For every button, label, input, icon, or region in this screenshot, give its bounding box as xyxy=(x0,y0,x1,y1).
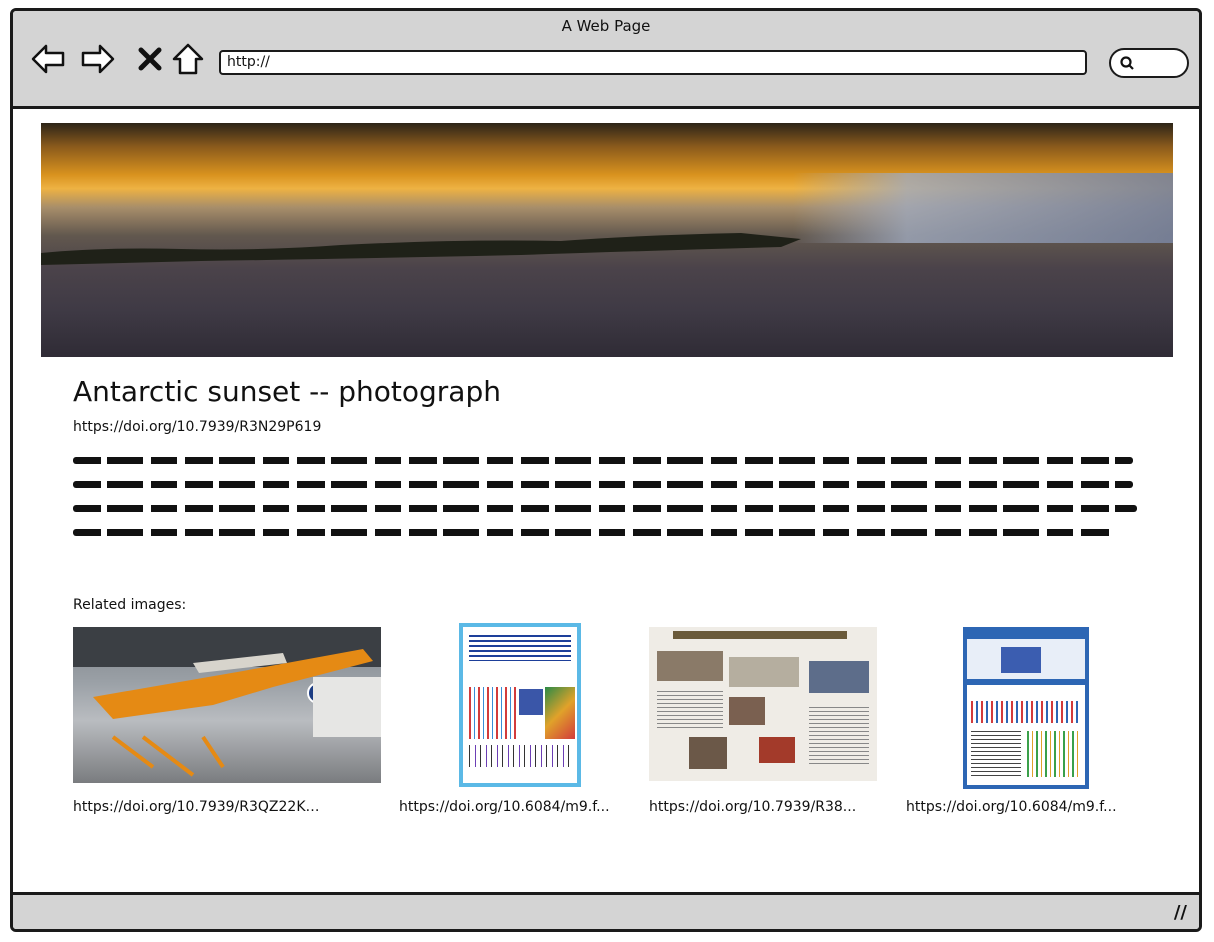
hero-image xyxy=(41,123,1173,357)
doi-link[interactable]: https://doi.org/10.7939/R3N29P619 xyxy=(73,419,321,435)
close-icon[interactable] xyxy=(131,41,169,77)
related-image-airplane[interactable] xyxy=(73,627,381,783)
search-input[interactable] xyxy=(1109,48,1189,78)
related-caption[interactable]: https://doi.org/10.6084/m9.f... xyxy=(906,799,1154,815)
related-image-poster-2[interactable] xyxy=(649,627,877,781)
description-text xyxy=(73,457,1143,553)
related-image-poster-3[interactable] xyxy=(963,627,1089,789)
related-caption[interactable]: https://doi.org/10.7939/R3QZ22K64 xyxy=(73,799,321,815)
status-bar: // xyxy=(13,892,1199,929)
related-caption[interactable]: https://doi.org/10.6084/m9.f... xyxy=(399,799,647,815)
page-title: Antarctic sunset -- photograph xyxy=(73,375,501,408)
url-input[interactable]: http:// xyxy=(219,50,1087,75)
browser-titlebar: A Web Page http:// xyxy=(13,11,1199,109)
related-caption[interactable]: https://doi.org/10.7939/R38... xyxy=(649,799,897,815)
back-arrow-icon[interactable] xyxy=(29,41,67,77)
search-icon xyxy=(1120,56,1134,70)
related-images-label: Related images: xyxy=(73,597,187,613)
related-image-poster-1[interactable] xyxy=(459,623,581,787)
resize-grip-icon[interactable]: // xyxy=(1174,902,1187,923)
browser-window: A Web Page http:// Antarctic sunset -- p… xyxy=(10,8,1202,932)
home-icon[interactable] xyxy=(169,41,207,77)
page-content: Antarctic sunset -- photograph https://d… xyxy=(13,109,1199,895)
window-title: A Web Page xyxy=(561,17,651,35)
forward-arrow-icon[interactable] xyxy=(79,41,117,77)
